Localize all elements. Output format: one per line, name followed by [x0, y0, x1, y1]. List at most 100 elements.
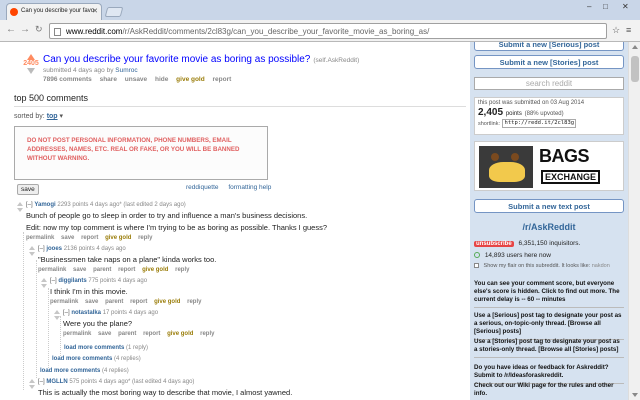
- comments-link[interactable]: 7896 comments: [43, 76, 92, 83]
- give-gold-button[interactable]: give gold: [176, 76, 205, 83]
- sidebar-rule: You can see your comment score, but ever…: [474, 280, 624, 308]
- post-author[interactable]: Sumroc: [115, 67, 137, 74]
- advertisement[interactable]: BAGS EXCHANGE: [474, 141, 624, 191]
- upvote-arrow-icon[interactable]: [41, 278, 47, 282]
- post-domain[interactable]: (self.AskReddit): [313, 57, 359, 64]
- upvote-arrow-icon[interactable]: [54, 310, 60, 314]
- subreddit-name[interactable]: /r/AskReddit: [474, 222, 624, 232]
- comment-author[interactable]: notastalka: [71, 310, 101, 316]
- load-more-comments[interactable]: load more comments (1 reply): [64, 345, 148, 351]
- downvote-arrow-icon[interactable]: [17, 208, 23, 212]
- upvote-arrow-icon[interactable]: [17, 202, 23, 206]
- comment-author[interactable]: diggilants: [58, 278, 86, 284]
- collapse-toggle[interactable]: [–]: [26, 202, 33, 208]
- address-bar[interactable]: www.reddit.com/r/AskReddit/comments/2cl8…: [49, 23, 607, 39]
- submit-serious-button[interactable]: Submit a new [Serious] post: [474, 42, 624, 51]
- chevron-down-icon[interactable]: ▾: [60, 113, 64, 120]
- comment-author[interactable]: Yamogi: [34, 202, 55, 208]
- comment-author[interactable]: MGLLN: [46, 379, 67, 385]
- report-button[interactable]: report: [213, 76, 232, 83]
- collapse-toggle[interactable]: [–]: [38, 246, 45, 252]
- permalink-button[interactable]: permalink: [38, 267, 66, 273]
- parent-button[interactable]: parent: [105, 299, 123, 305]
- share-button[interactable]: share: [100, 76, 117, 83]
- save-button[interactable]: save: [73, 267, 86, 273]
- minimize-icon[interactable]: –: [587, 2, 591, 11]
- save-comment-button[interactable]: save: [17, 184, 39, 195]
- permalink-button[interactable]: permalink: [50, 299, 78, 305]
- report-button[interactable]: report: [143, 331, 160, 337]
- close-tab-icon[interactable]: ✕: [92, 7, 98, 15]
- post-title[interactable]: Can you describe your favorite movie as …: [43, 54, 310, 65]
- upvote-arrow-icon[interactable]: [29, 246, 35, 250]
- reply-button[interactable]: reply: [175, 267, 189, 273]
- unsave-button[interactable]: unsave: [125, 76, 147, 83]
- scroll-up-icon[interactable]: [632, 45, 638, 49]
- back-arrow-icon[interactable]: ←: [6, 24, 16, 35]
- reply-button[interactable]: reply: [187, 299, 201, 305]
- collapse-toggle[interactable]: [–]: [38, 379, 45, 385]
- give-gold-button[interactable]: give gold: [105, 235, 131, 241]
- collapse-toggle[interactable]: [–]: [63, 310, 70, 316]
- scrollbar[interactable]: [628, 42, 640, 400]
- browser-tab[interactable]: Can you describe your favo ✕: [6, 3, 102, 20]
- flair-text: Show my flair on this subreddit. It look…: [483, 263, 591, 269]
- reply-button[interactable]: reply: [200, 331, 214, 337]
- save-button[interactable]: save: [61, 235, 74, 241]
- downvote-arrow-icon[interactable]: [41, 284, 47, 288]
- comment-author[interactable]: jooes: [46, 246, 62, 252]
- sort-label: sorted by:: [14, 113, 45, 120]
- sort-dropdown[interactable]: top: [47, 113, 58, 120]
- search-input[interactable]: search reddit: [474, 77, 624, 90]
- menu-icon[interactable]: ≡: [626, 25, 631, 35]
- new-tab-button[interactable]: [104, 7, 124, 17]
- report-button[interactable]: report: [118, 267, 135, 273]
- comment-textarea[interactable]: DO NOT POST PERSONAL INFORMATION, PHONE …: [14, 126, 268, 180]
- report-button[interactable]: report: [81, 235, 98, 241]
- load-more-link[interactable]: load more comments: [52, 356, 112, 362]
- scrollbar-thumb[interactable]: [631, 56, 639, 82]
- load-more-comments[interactable]: load more comments (4 replies): [40, 368, 129, 374]
- report-button[interactable]: report: [130, 299, 147, 305]
- forward-arrow-icon[interactable]: →: [20, 24, 30, 35]
- load-more-link[interactable]: load more comments: [64, 345, 124, 351]
- points-word: points: [505, 111, 522, 117]
- comment-meta: 575 points 4 days ago* (last edited 4 da…: [69, 379, 195, 385]
- post-buttons: 7896 comments share unsave hide give gol…: [43, 76, 237, 83]
- submit-stories-button[interactable]: Submit a new [Stories] post: [474, 55, 624, 69]
- unsubscribe-button[interactable]: unsubscribe: [474, 241, 514, 247]
- parent-button[interactable]: parent: [93, 267, 111, 273]
- maximize-icon[interactable]: □: [603, 2, 608, 11]
- comment-meta: 17 points 4 days ago: [102, 310, 159, 316]
- downvote-arrow-icon[interactable]: [27, 68, 35, 74]
- shortlink-field[interactable]: http://redd.it/2cl83g: [501, 119, 576, 128]
- post-tagline: submitted 4 days ago by Sumroc: [43, 67, 138, 74]
- duck-logo-image: [479, 146, 533, 188]
- parent-button[interactable]: parent: [118, 331, 136, 337]
- save-button[interactable]: save: [98, 331, 111, 337]
- formatting-help-link[interactable]: formatting help: [228, 184, 271, 191]
- give-gold-button[interactable]: give gold: [142, 267, 168, 273]
- give-gold-button[interactable]: give gold: [154, 299, 180, 305]
- star-icon[interactable]: ☆: [612, 25, 620, 36]
- comment-meta: 2293 points 4 days ago* (last edited 2 d…: [57, 202, 186, 208]
- downvote-arrow-icon[interactable]: [54, 316, 60, 320]
- permalink-button[interactable]: permalink: [26, 235, 54, 241]
- reply-button[interactable]: reply: [138, 235, 152, 241]
- save-button[interactable]: save: [85, 299, 98, 305]
- reddiquette-link[interactable]: reddiquette: [186, 184, 219, 191]
- close-window-icon[interactable]: ✕: [622, 2, 629, 11]
- downvote-arrow-icon[interactable]: [29, 252, 35, 256]
- permalink-button[interactable]: permalink: [63, 331, 91, 337]
- collapse-toggle[interactable]: [–]: [50, 278, 57, 284]
- load-more-comments[interactable]: load more comments (4 replies): [52, 356, 141, 362]
- give-gold-button[interactable]: give gold: [167, 331, 193, 337]
- submit-text-post-button[interactable]: Submit a new text post: [474, 199, 624, 213]
- downvote-arrow-icon[interactable]: [29, 385, 35, 389]
- upvote-arrow-icon[interactable]: [29, 379, 35, 383]
- flair-checkbox[interactable]: [474, 263, 479, 269]
- load-more-link[interactable]: load more comments: [40, 368, 100, 374]
- scroll-down-icon[interactable]: [632, 393, 638, 397]
- reload-icon[interactable]: ↻: [35, 24, 43, 35]
- hide-button[interactable]: hide: [155, 76, 168, 83]
